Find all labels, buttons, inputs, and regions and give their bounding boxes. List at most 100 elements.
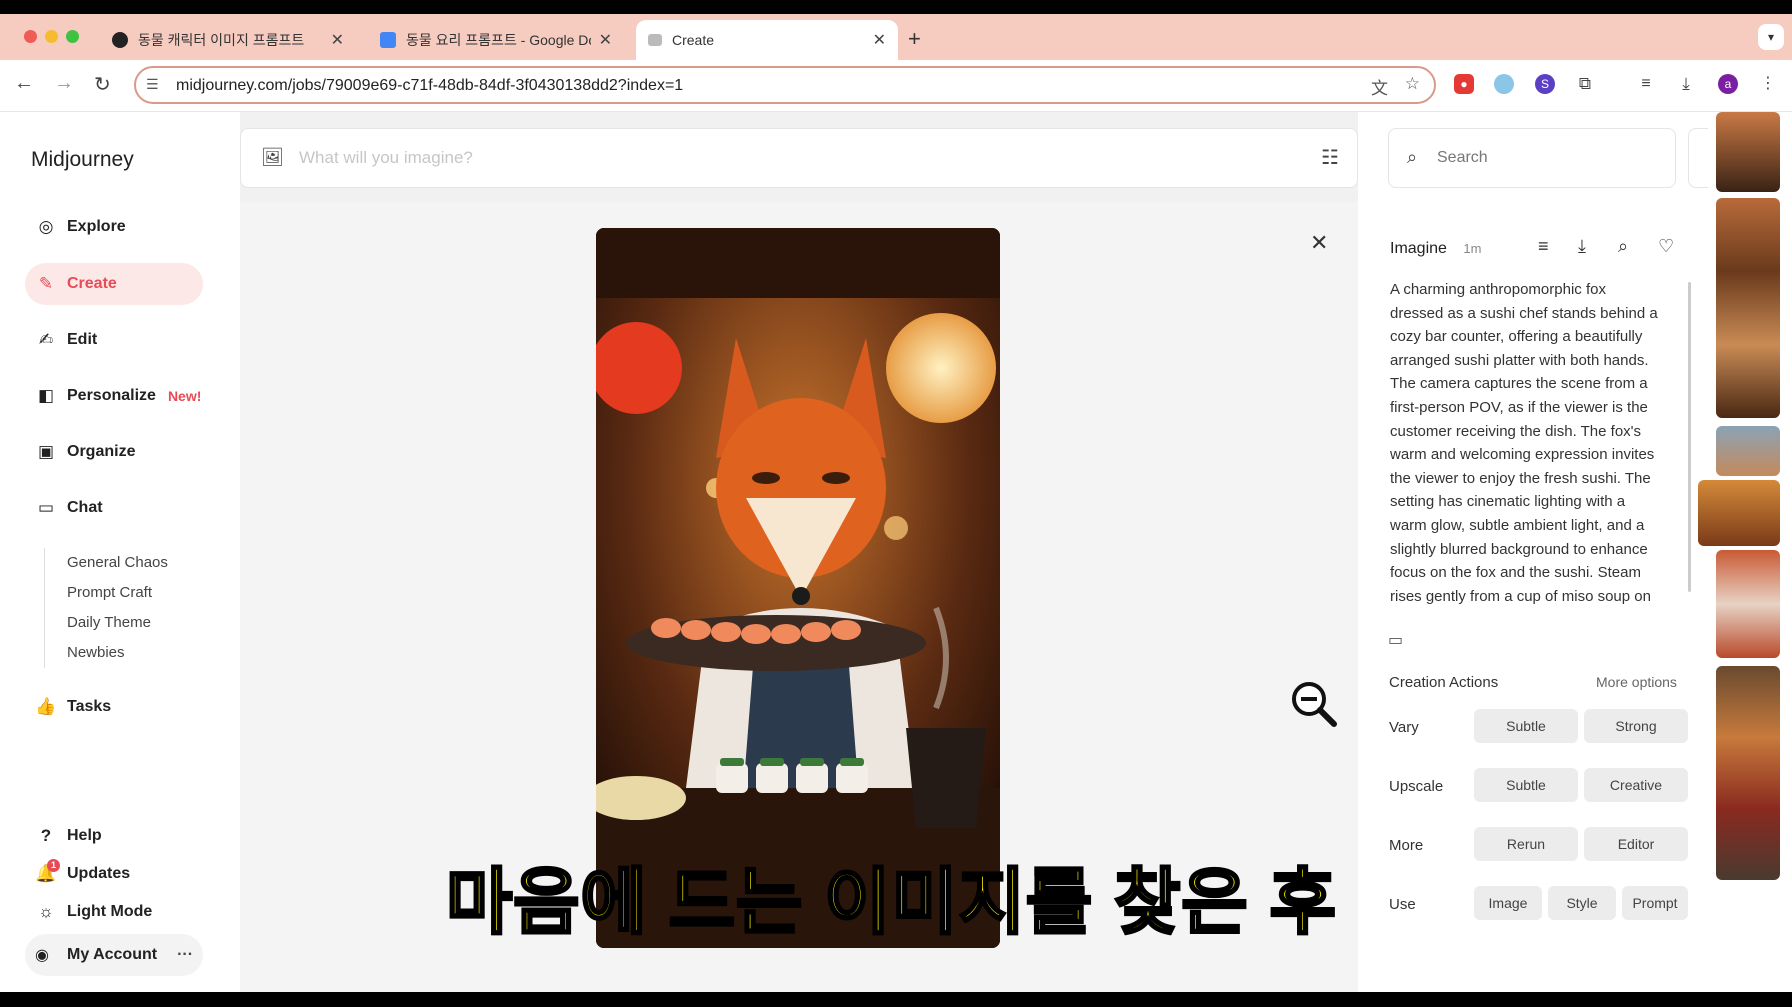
use-style-button[interactable]: Style <box>1548 886 1616 920</box>
site-settings-icon[interactable]: ☰ <box>146 76 159 93</box>
download-icon[interactable]: ⤓ <box>1676 74 1696 94</box>
heart-icon[interactable]: ♡ <box>1658 236 1674 257</box>
translate-icon[interactable]: 文 <box>1371 74 1388 99</box>
generated-image[interactable] <box>596 228 1000 948</box>
profile-avatar[interactable]: a <box>1718 74 1738 94</box>
thumbnail-selected[interactable] <box>1698 480 1780 546</box>
tab-google-doc[interactable]: 동물 요리 프롬프트 - Google Doc ✕ <box>368 20 624 60</box>
close-viewer-icon[interactable]: ✕ <box>1310 230 1328 256</box>
sidebar-item-organize[interactable]: ▣ Organize <box>25 431 203 473</box>
video-subtitle: 마음에 드는 이미지를 찾은 후 <box>445 862 1338 945</box>
chat-channel-general-chaos[interactable]: General Chaos <box>67 548 168 578</box>
more-label: More <box>1389 837 1424 854</box>
docs-icon <box>380 32 396 48</box>
tab-title: Create <box>672 32 715 48</box>
job-kind: Imagine <box>1390 240 1447 257</box>
close-icon[interactable]: ✕ <box>331 30 344 50</box>
url-text[interactable]: midjourney.com/jobs/79009e69-c71f-48db-8… <box>176 77 683 95</box>
sidebar-item-label: Personalize <box>67 387 156 404</box>
tab-search-button[interactable]: ▾ <box>1758 24 1784 50</box>
bell-icon: 🔔 1 <box>35 859 60 885</box>
rerun-button[interactable]: Rerun <box>1474 827 1578 861</box>
use-prompt-button[interactable]: Prompt <box>1622 886 1688 920</box>
chat-channel-list: General Chaos Prompt Craft Daily Theme N… <box>44 548 168 668</box>
imagine-input[interactable]: What will you imagine? <box>299 148 473 168</box>
extension-record-icon[interactable]: ● <box>1454 74 1474 94</box>
close-icon[interactable]: ✕ <box>599 30 612 50</box>
thumbnail[interactable] <box>1716 112 1780 192</box>
download-icon[interactable]: ⤓ <box>1578 236 1586 257</box>
thumbnail[interactable] <box>1716 666 1780 880</box>
details-panel: Imagine 1m ≡ ⤓ ⌕ ♡ A charming anthropomo… <box>1358 202 1708 992</box>
use-image-button[interactable]: Image <box>1474 886 1542 920</box>
image-upload-icon[interactable]: 🖼 <box>261 147 284 168</box>
sidebar-item-edit[interactable]: ✍ Edit <box>25 319 203 361</box>
sidebar-item-label: Explore <box>67 218 126 235</box>
tab-create[interactable]: Create ✕ <box>636 20 898 60</box>
job-header: Imagine 1m <box>1390 240 1481 258</box>
thumbnail[interactable] <box>1716 426 1780 476</box>
sidebar-item-label: Edit <box>67 331 98 348</box>
fox-sushi-chef-illustration <box>596 228 1000 948</box>
search-icon[interactable]: ⌕ <box>1618 236 1628 257</box>
prompt-scrollbar[interactable] <box>1688 282 1691 592</box>
media-control-icon[interactable]: ≡ <box>1636 74 1656 94</box>
brush-icon: ✎ <box>38 274 54 293</box>
bookmark-star-icon[interactable]: ☆ <box>1405 74 1420 94</box>
close-icon[interactable]: ✕ <box>873 30 886 50</box>
light-mode-toggle[interactable]: ☼ Light Mode <box>25 891 203 933</box>
search-icon: ⌕ <box>1407 147 1418 167</box>
sidebar-item-create[interactable]: ✎ Create <box>25 263 203 305</box>
settings-sliders-icon[interactable]: ☷ <box>1321 145 1339 170</box>
minimize-window-button[interactable] <box>45 30 58 43</box>
folder-icon[interactable]: ▭ <box>1388 630 1403 650</box>
my-account-button[interactable]: ◉ My Account ··· <box>25 934 203 976</box>
vary-strong-button[interactable]: Strong <box>1584 709 1688 743</box>
sidebar-item-tasks[interactable]: 👍 Tasks <box>25 686 203 728</box>
thumbnail[interactable] <box>1716 550 1780 658</box>
close-window-button[interactable] <box>24 30 37 43</box>
sidebar: Midjourney ◎ Explore ✎ Create ✍ Edit ◧ P… <box>0 112 240 992</box>
account-label: My Account <box>67 946 158 963</box>
brand-logo[interactable]: Midjourney <box>31 148 134 172</box>
imagine-bar[interactable]: 🖼 What will you imagine? ☷ <box>240 128 1358 188</box>
reload-icon[interactable]: ↻ <box>94 72 111 97</box>
extension-s-icon[interactable]: S <box>1535 74 1555 94</box>
new-tab-button[interactable]: + <box>908 26 921 52</box>
search-box[interactable]: ⌕ Search <box>1388 128 1676 188</box>
browser-toolbar: ← → ↻ ☰ midjourney.com/jobs/79009e69-c71… <box>0 60 1792 112</box>
zoom-window-button[interactable] <box>66 30 79 43</box>
chat-channel-newbies[interactable]: Newbies <box>67 638 168 668</box>
more-options-link[interactable]: More options <box>1596 674 1677 690</box>
extensions-puzzle-icon[interactable]: ⧉ <box>1575 74 1595 94</box>
vary-label: Vary <box>1389 719 1419 736</box>
upscale-creative-button[interactable]: Creative <box>1584 768 1688 802</box>
job-time: 1m <box>1463 241 1482 256</box>
chat-channel-prompt-craft[interactable]: Prompt Craft <box>67 578 168 608</box>
address-bar[interactable]: ☰ midjourney.com/jobs/79009e69-c71f-48db… <box>134 66 1436 104</box>
sidebar-item-updates[interactable]: 🔔 1 Updates <box>25 853 203 895</box>
thumbnail[interactable] <box>1716 198 1780 418</box>
chat-channel-daily-theme[interactable]: Daily Theme <box>67 608 168 638</box>
extension-globe-icon[interactable] <box>1494 74 1514 94</box>
sidebar-item-explore[interactable]: ◎ Explore <box>25 206 203 248</box>
browser-menu-icon[interactable]: ⋮ <box>1758 74 1778 94</box>
sidebar-item-help[interactable]: ? Help <box>25 815 203 857</box>
tab-title: 동물 요리 프롬프트 - Google Doc <box>406 32 591 48</box>
search-input[interactable]: Search <box>1437 149 1488 167</box>
notification-badge: 1 <box>47 859 60 872</box>
sidebar-item-label: Updates <box>67 865 131 882</box>
upscale-subtle-button[interactable]: Subtle <box>1474 768 1578 802</box>
editor-button[interactable]: Editor <box>1584 827 1688 861</box>
sidebar-item-personalize[interactable]: ◧ Personalize New! <box>25 375 203 417</box>
prompt-text[interactable]: A charming anthropomorphic fox dressed a… <box>1390 278 1662 604</box>
personalize-icon: ◧ <box>37 386 55 405</box>
back-icon[interactable]: ← <box>14 72 34 95</box>
creation-actions-title: Creation Actions <box>1389 674 1499 691</box>
more-icon[interactable]: ··· <box>177 946 193 964</box>
sidebar-item-chat[interactable]: ▭ Chat <box>25 487 203 529</box>
list-icon[interactable]: ≡ <box>1538 236 1549 257</box>
tab-chatgpt[interactable]: 동물 캐릭터 이미지 프롬프트 ✕ <box>100 20 356 60</box>
forward-icon[interactable]: → <box>54 72 74 95</box>
vary-subtle-button[interactable]: Subtle <box>1474 709 1578 743</box>
